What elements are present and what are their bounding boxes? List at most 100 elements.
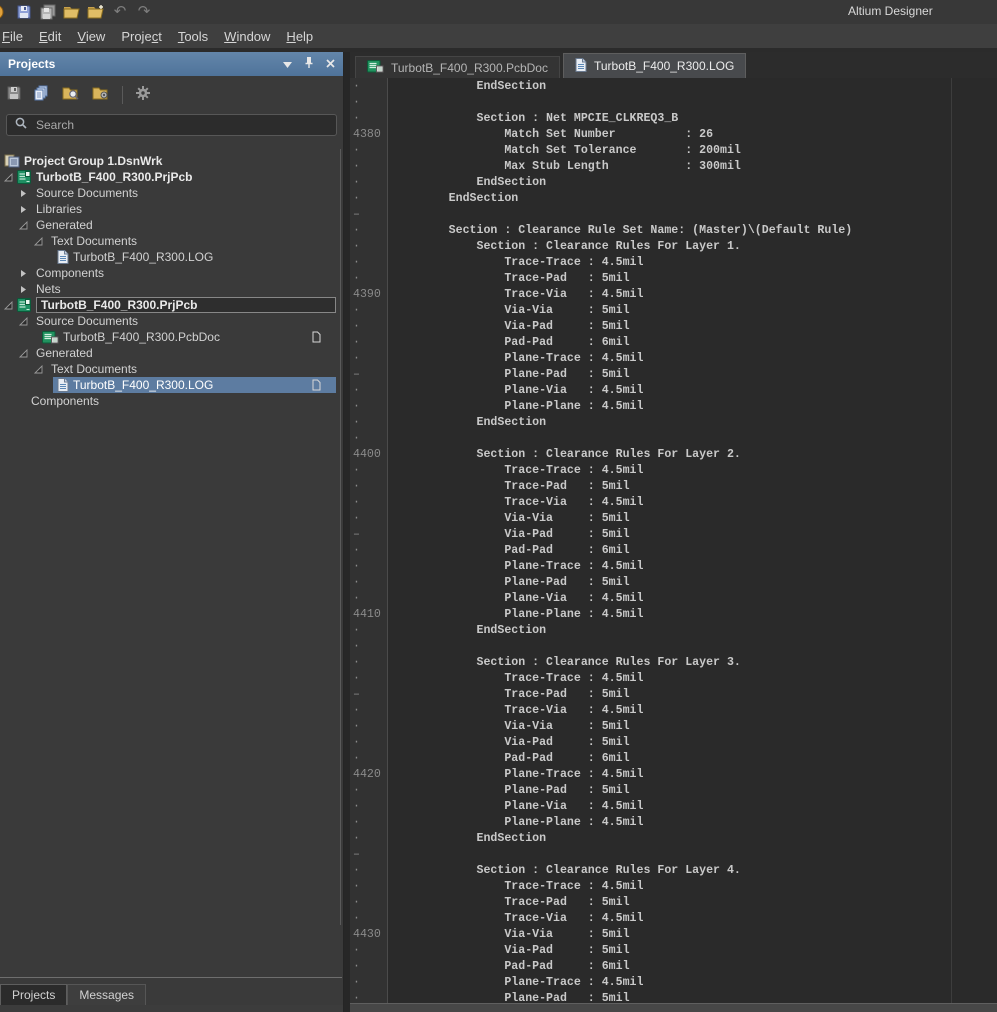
tree-item-nets[interactable]: Nets — [0, 281, 336, 297]
line-number: · — [350, 783, 388, 799]
line-number: · — [350, 543, 388, 559]
menu-tools[interactable]: Tools — [170, 26, 216, 47]
search-input[interactable] — [34, 117, 328, 133]
open-project-icon[interactable] — [87, 3, 105, 21]
tree-item-body: Generated — [28, 345, 336, 361]
line-number: – — [350, 527, 388, 543]
line-number: · — [350, 239, 388, 255]
menu-project[interactable]: Project — [113, 26, 169, 47]
tree-item-turbotb-f400-r300-log[interactable]: TurbotB_F400_R300.LOG — [0, 249, 336, 265]
panel-tab-projects[interactable]: Projects — [0, 984, 67, 1005]
log-line: · Section : Net MPCIE_CLKREQ3_B — [350, 111, 997, 127]
tree-item-text-documents[interactable]: Text Documents — [0, 233, 336, 249]
tree-item-turbotb-f400-r300-prjpcb[interactable]: TurbotB_F400_R300.PrjPcb — [0, 169, 336, 185]
document-tab-turbotb-f400-r300-log[interactable]: TurbotB_F400_R300.LOG — [563, 53, 746, 78]
panel-dropdown-icon[interactable] — [283, 57, 292, 71]
log-line-text — [388, 95, 393, 111]
tree-item-turbotb-f400-r300-pcbdoc[interactable]: TurbotB_F400_R300.PcbDoc — [0, 329, 336, 345]
tree-item-label: Libraries — [36, 202, 82, 216]
tree-item-libraries[interactable]: Libraries — [0, 201, 336, 217]
tree-item-label: Generated — [36, 218, 93, 232]
tree-bottom-line — [0, 977, 342, 978]
tree-item-label: TurbotB_F400_R300.PrjPcb — [36, 170, 193, 184]
workspace-icon — [4, 154, 20, 168]
tree-item-label: Source Documents — [36, 314, 138, 328]
log-line: · Via-Pad : 5mil — [350, 735, 997, 751]
line-number: · — [350, 655, 388, 671]
panel-close-icon[interactable] — [326, 57, 335, 71]
log-line: · Trace-Trace : 4.5mil — [350, 671, 997, 687]
line-number: · — [350, 879, 388, 895]
tree-item-label: Nets — [36, 282, 61, 296]
menu-help[interactable]: Help — [278, 26, 321, 47]
altium-logo-icon[interactable] — [0, 3, 9, 21]
line-number: · — [350, 111, 388, 127]
tree-item-components[interactable]: Components — [0, 393, 336, 409]
tree-item-label: Text Documents — [51, 362, 137, 376]
pcb-doc-icon — [367, 60, 384, 76]
tree-indent — [0, 257, 49, 258]
text-editor[interactable]: · EndSection·· Section : Net MPCIE_CLKRE… — [350, 78, 997, 1004]
line-number: · — [350, 671, 388, 687]
line-number: · — [350, 191, 388, 207]
projects-panel-title: Projects — [8, 57, 55, 71]
menu-file[interactable]: File — [0, 26, 31, 47]
toolbar-settings-gear-icon[interactable] — [135, 85, 151, 106]
open-icon[interactable] — [63, 3, 81, 21]
tree-item-body: TurbotB_F400_R300.LOG — [53, 249, 336, 265]
log-line: · Via-Via : 5mil — [350, 511, 997, 527]
toolbar-project-options-folder-icon[interactable] — [92, 85, 110, 106]
undo-icon[interactable]: ↶ — [111, 3, 129, 21]
redo-icon[interactable]: ↷ — [135, 3, 153, 21]
log-line: 4400 Section : Clearance Rules For Layer… — [350, 447, 997, 463]
line-number: · — [350, 415, 388, 431]
tree-item-generated[interactable]: Generated — [0, 345, 336, 361]
log-line: · Trace-Via : 4.5mil — [350, 911, 997, 927]
line-number: · — [350, 303, 388, 319]
tree-item-components[interactable]: Components — [0, 265, 336, 281]
menu-window[interactable]: Window — [216, 26, 278, 47]
log-line-text: Plane-Trace : 4.5mil — [388, 559, 643, 575]
line-number: · — [350, 319, 388, 335]
panel-tab-messages[interactable]: Messages — [67, 984, 146, 1005]
document-tab-turbotb-f400-r300-pcbdoc[interactable]: TurbotB_F400_R300.PcbDoc — [355, 56, 560, 78]
projects-panel-header[interactable]: Projects — [0, 52, 343, 76]
tree-item-source-documents[interactable]: Source Documents — [0, 185, 336, 201]
log-line-text: EndSection — [388, 415, 546, 431]
save-all-icon[interactable] — [39, 3, 57, 21]
log-line: · Section : Clearance Rules For Layer 4. — [350, 863, 997, 879]
line-number: · — [350, 975, 388, 991]
line-number: – — [350, 687, 388, 703]
tree-item-source-documents[interactable]: Source Documents — [0, 313, 336, 329]
log-line: · EndSection — [350, 191, 997, 207]
doc-icon — [57, 378, 69, 392]
toolbar-explore-folder-icon[interactable] — [62, 85, 80, 106]
log-line: · Trace-Trace : 4.5mil — [350, 879, 997, 895]
menu-view[interactable]: View — [69, 26, 113, 47]
tree-item-body: Components — [28, 265, 336, 281]
log-line: · Via-Pad : 5mil — [350, 319, 997, 335]
log-line-text — [388, 207, 393, 223]
log-line-text: EndSection — [388, 831, 546, 847]
tree-item-project-group-1-dsnwrk[interactable]: Project Group 1.DsnWrk — [0, 153, 336, 169]
tree-item-body: Components — [23, 393, 336, 409]
horizontal-scrollbar[interactable] — [350, 1003, 997, 1012]
tree-item-generated[interactable]: Generated — [0, 217, 336, 233]
save-icon[interactable] — [15, 3, 33, 21]
document-state-page-icon — [312, 379, 321, 394]
tree-item-turbotb-f400-r300-prjpcb[interactable]: TurbotB_F400_R300.PrjPcb — [0, 297, 336, 313]
log-line-text: Pad-Pad : 6mil — [388, 959, 630, 975]
log-line-text: Plane-Pad : 5mil — [388, 575, 630, 591]
tree-border-line — [340, 149, 341, 925]
panel-pin-icon[interactable] — [304, 56, 314, 72]
log-line: – — [350, 207, 997, 223]
line-number: · — [350, 463, 388, 479]
menu-edit[interactable]: Edit — [31, 26, 69, 47]
tree-item-text-documents[interactable]: Text Documents — [0, 361, 336, 377]
log-line: · EndSection — [350, 79, 997, 95]
line-number: 4390 — [350, 287, 388, 303]
toolbar-compile-documents-icon[interactable] — [34, 85, 50, 106]
search-box[interactable] — [6, 114, 337, 136]
tree-item-turbotb-f400-r300-log[interactable]: TurbotB_F400_R300.LOG — [0, 377, 336, 393]
toolbar-save-icon[interactable] — [6, 85, 22, 106]
